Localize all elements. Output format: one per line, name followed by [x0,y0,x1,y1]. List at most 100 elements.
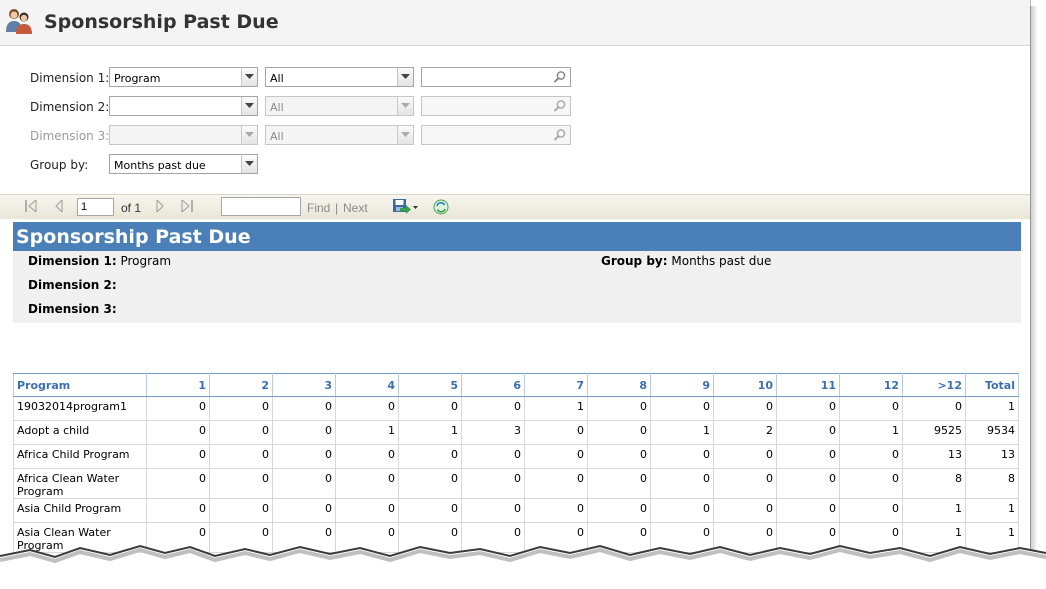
dimension1-filter-select[interactable]: All [265,67,414,87]
program-name-cell: 19032014program1 [13,396,147,421]
next-link[interactable]: Next [343,201,368,215]
previous-page-icon[interactable] [54,200,64,212]
torn-edge [0,544,1046,589]
count-cell: 0 [587,444,651,469]
chevron-down-icon[interactable] [241,97,257,115]
column-header-2[interactable]: 2 [209,373,273,397]
column-header-3[interactable]: 3 [272,373,336,397]
count-cell: 0 [776,396,840,421]
dimension3-search-field[interactable] [421,125,571,145]
count-cell: 0 [713,396,777,421]
count-cell: 0 [272,420,336,445]
count-cell: 0 [335,444,399,469]
search-icon[interactable] [552,128,568,142]
chevron-down-icon[interactable] [241,155,257,173]
column-header-6[interactable]: 6 [461,373,525,397]
dimension2-filter-select[interactable]: All [265,96,414,116]
find-link[interactable]: Find [307,201,330,215]
count-cell: 0 [461,498,525,523]
chevron-down-icon[interactable] [397,97,413,115]
column-header-9[interactable]: 9 [650,373,714,397]
page-count-label: of 1 [121,201,142,215]
search-icon[interactable] [552,99,568,113]
next-page-icon[interactable] [155,200,165,212]
window-shadow [1030,6,1038,558]
count-cell: 0 [776,444,840,469]
count-cell: 0 [650,468,714,499]
count-cell: 13 [902,444,966,469]
page-header: Sponsorship Past Due [0,0,1030,46]
group-by-select[interactable]: Months past due [109,154,258,174]
count-cell: 0 [335,498,399,523]
dimension2-select[interactable] [109,96,258,116]
chevron-down-icon[interactable] [397,68,413,86]
dimension3-select[interactable] [109,125,258,145]
count-cell: 0 [146,396,210,421]
count-cell: 0 [524,468,588,499]
dimension2-label: Dimension 2: [30,100,110,114]
dimension3-label: Dimension 3: [30,129,110,143]
dimension2-search-field[interactable] [421,96,571,116]
count-cell: 0 [650,396,714,421]
dimension1-search-field[interactable] [421,67,571,87]
column-header-1[interactable]: 1 [146,373,210,397]
dimension1-label: Dimension 1: [30,71,110,85]
count-cell: 0 [776,498,840,523]
count-cell: 0 [524,420,588,445]
page-number-input[interactable]: 1 [77,198,114,216]
count-cell: 0 [146,498,210,523]
count-cell: 2 [713,420,777,445]
find-separator: | [335,201,339,215]
table-row: Asia Child Program 0 0 0 0 0 0 0 0 0 0 0 0 1 1 [13,498,1019,523]
count-cell: 1 [650,420,714,445]
count-cell: 0 [272,396,336,421]
report-group-by-label: Group by: [601,254,668,268]
column-header-7[interactable]: 7 [524,373,588,397]
count-cell: 0 [587,420,651,445]
dimension3-filter-select[interactable]: All [265,125,414,145]
count-cell: 0 [272,498,336,523]
report-dimension2: Dimension 2: [28,278,117,292]
count-cell: 1 [902,498,966,523]
count-cell: 8 [902,468,966,499]
count-cell: 0 [209,468,273,499]
chevron-down-icon[interactable] [397,126,413,144]
find-text-input[interactable] [221,197,301,216]
first-page-icon[interactable] [24,200,38,212]
column-header-total[interactable]: Total [965,373,1019,397]
count-cell: 1 [839,420,903,445]
table-row: Africa Child Program 0 0 0 0 0 0 0 0 0 0 0 0 13 13 [13,444,1019,469]
dimension2-filter-value: All [270,101,284,114]
refresh-icon[interactable] [432,199,450,215]
export-icon[interactable] [392,198,420,214]
column-header-4[interactable]: 4 [335,373,399,397]
dimension1-select[interactable]: Program [109,67,258,87]
column-header-over-12[interactable]: >12 [902,373,966,397]
report-dimension3-label: Dimension 3: [28,302,117,316]
count-cell: 0 [461,396,525,421]
column-header-12[interactable]: 12 [839,373,903,397]
count-cell: 0 [713,468,777,499]
column-header-8[interactable]: 8 [587,373,651,397]
dimension1-value: Program [114,72,161,85]
count-cell: 0 [209,420,273,445]
chevron-down-icon[interactable] [241,68,257,86]
program-name-cell: Adopt a child [13,420,147,445]
table-row: Africa Clean Water Program 0 0 0 0 0 0 0 0 0 0 0 0 8 8 [13,468,1019,499]
last-page-icon[interactable] [180,200,194,212]
column-header-10[interactable]: 10 [713,373,777,397]
table-header-row: Program 1 2 3 4 5 6 7 8 9 10 11 12 >12 T… [13,373,1019,397]
parameters-panel: Dimension 1: Program All Dimension 2: Al… [0,46,1030,194]
chevron-down-icon[interactable] [241,126,257,144]
report-toolbar: 1 of 1 Find | Next [0,194,1030,220]
count-cell: 1 [398,420,462,445]
column-header-5[interactable]: 5 [398,373,462,397]
count-cell: 0 [335,468,399,499]
count-cell: 3 [461,420,525,445]
count-cell: 0 [650,498,714,523]
column-header-11[interactable]: 11 [776,373,840,397]
column-header-program[interactable]: Program [13,373,147,397]
count-cell: 0 [209,498,273,523]
search-icon[interactable] [552,70,568,84]
report-dimension3: Dimension 3: [28,302,117,316]
